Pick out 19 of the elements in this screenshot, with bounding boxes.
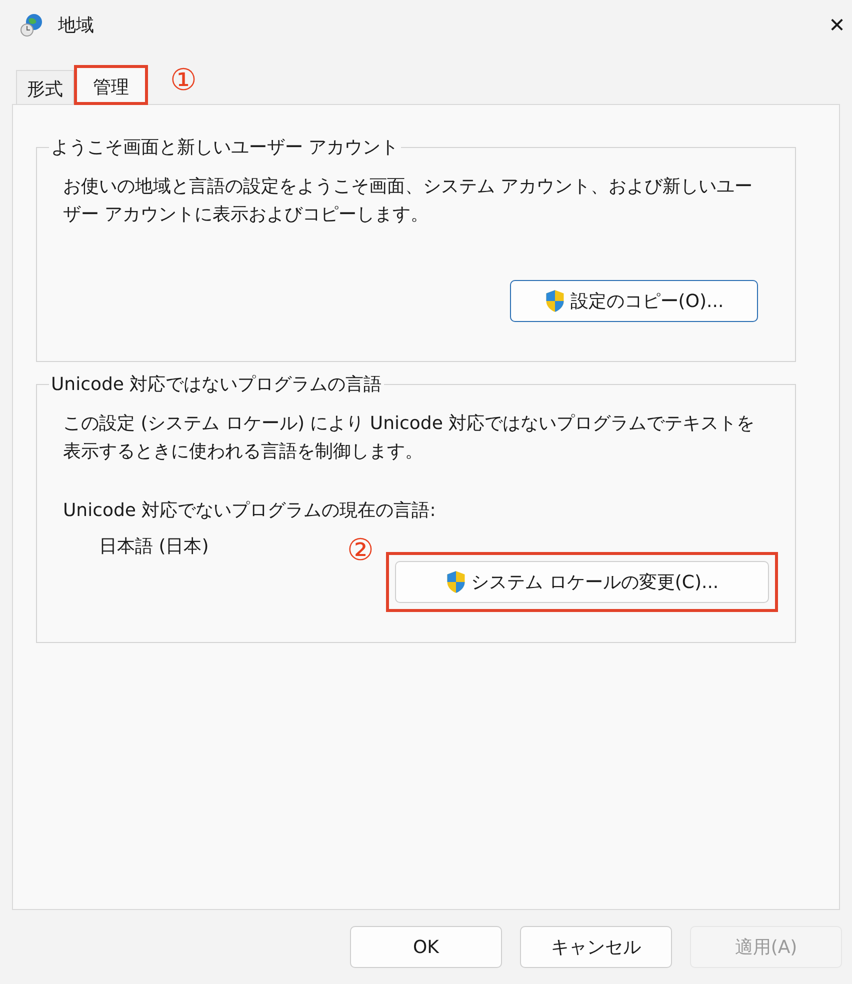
dialog-button[interactable]: キャンセル <box>520 926 672 968</box>
close-icon[interactable]: ✕ <box>822 13 852 37</box>
callout-number: ① <box>170 66 197 96</box>
shield-icon <box>445 570 468 594</box>
group-title: ようこそ画面と新しいユーザー アカウント <box>50 136 400 159</box>
shield-icon <box>544 289 566 313</box>
change-locale-button[interactable]: システム ロケールの変更(C)... <box>394 561 769 603</box>
description-text: お使いの地域と言語の設定をようこそ画面、システム アカウント、および新しいユーザー アカウントに表示およびコピーします。 <box>63 175 754 227</box>
callout-number: ② <box>347 536 374 566</box>
window-title: 地域 <box>58 14 94 37</box>
copy-settings-button[interactable]: 設定のコピー(O)... <box>510 280 758 322</box>
globe-icon <box>20 13 44 37</box>
description-text: この設定 (システム ロケール) により Unicode 対応ではないプログラムでテキストを表示するときに使われる言語を制御します。 <box>63 412 756 464</box>
tab[interactable]: 管理 <box>74 65 148 105</box>
current-language-label: Unicode 対応でないプログラムの現在の言語: <box>63 499 437 522</box>
current-language-value: 日本語 (日本) <box>99 535 210 558</box>
dialog-button[interactable]: OK <box>350 926 502 968</box>
tab[interactable]: 形式 <box>16 70 74 104</box>
group-title: Unicode 対応ではないプログラムの言語 <box>50 373 383 396</box>
